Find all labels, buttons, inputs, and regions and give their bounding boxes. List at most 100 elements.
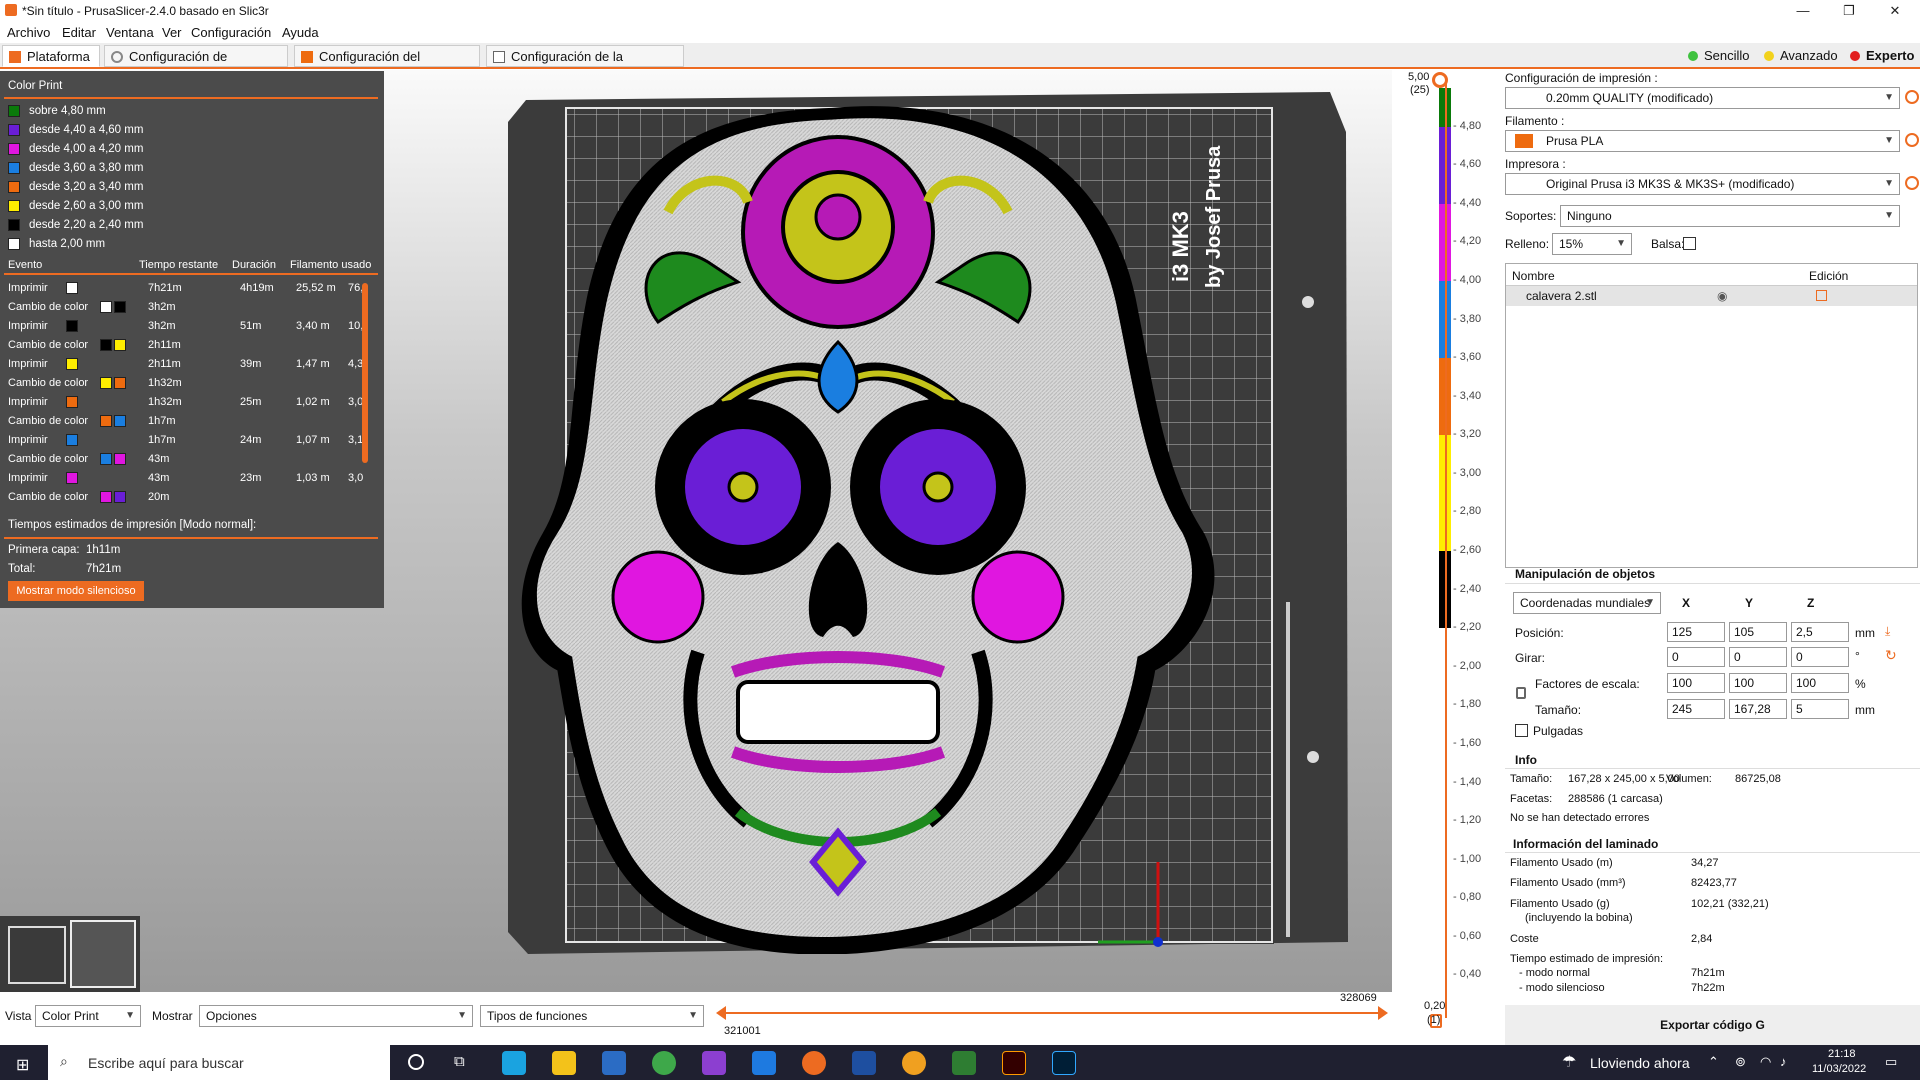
notifications-icon[interactable]: ▭ (1885, 1054, 1897, 1070)
estimated-title: Tiempos estimados de impresión [Modo nor… (8, 519, 257, 531)
inches-checkbox[interactable] (1515, 724, 1528, 737)
brim-checkbox[interactable] (1683, 237, 1696, 250)
tray-chevron-icon[interactable]: ⌃ (1708, 1054, 1719, 1070)
menu-ayuda[interactable]: Ayuda (282, 25, 319, 40)
app-icon[interactable] (952, 1051, 976, 1075)
wifi-icon[interactable]: ◠ (1760, 1054, 1771, 1070)
horizontal-slider[interactable] (720, 1012, 1382, 1014)
illustrator-icon[interactable] (1002, 1051, 1026, 1075)
tab-plataforma[interactable]: Plataforma (2, 45, 100, 67)
size-y-input[interactable]: 167,28 (1729, 699, 1787, 719)
printer-combo[interactable]: Original Prusa i3 MK3S & MK3S+ (modifica… (1505, 173, 1900, 195)
gear-icon[interactable] (1905, 176, 1919, 190)
legend-scrollbar[interactable] (362, 283, 368, 463)
slider-tick: - 1,80 (1453, 698, 1482, 711)
close-button[interactable]: ✕ (1872, 0, 1918, 22)
mode-sencillo[interactable]: Sencillo (1688, 47, 1750, 65)
volume-icon[interactable]: ♪ (1780, 1054, 1787, 1069)
position-z-input[interactable]: 2,5 (1791, 622, 1849, 642)
color-swatch (100, 377, 112, 389)
infill-combo[interactable]: 15% ▼ (1552, 233, 1632, 255)
file-explorer-icon[interactable] (552, 1051, 576, 1075)
show-silent-mode-button[interactable]: Mostrar modo silencioso (8, 581, 144, 601)
left-thumb-icon[interactable] (716, 1006, 726, 1020)
options-combo[interactable]: Opciones ▼ (199, 1005, 473, 1027)
coordinates-value: Coordenadas mundiales (1520, 596, 1651, 610)
rotation-x-input[interactable]: 0 (1667, 647, 1725, 667)
drop-to-bed-icon[interactable]: ⤓ (1885, 624, 1890, 639)
tab-print-settings[interactable]: Configuración de Impresión (104, 45, 288, 86)
menu-ventana[interactable]: Ventana (106, 25, 154, 40)
preview-layers-icon[interactable] (70, 920, 136, 988)
right-thumb-icon[interactable] (1378, 1006, 1388, 1020)
position-y-input[interactable]: 105 (1729, 622, 1787, 642)
maximize-button[interactable]: ❐ (1826, 0, 1872, 22)
position-x-input[interactable]: 125 (1667, 622, 1725, 642)
menu-editar[interactable]: Editar (62, 25, 96, 40)
app-icon[interactable] (752, 1051, 776, 1075)
chrome-icon[interactable] (652, 1051, 676, 1075)
scale-x-input[interactable]: 100 (1667, 673, 1725, 693)
lock-icon[interactable] (1516, 687, 1526, 699)
menu-ver[interactable]: Ver (162, 25, 182, 40)
app-icon[interactable] (902, 1051, 926, 1075)
clock-date[interactable]: 11/03/2022 (1812, 1063, 1866, 1075)
object-row[interactable]: calavera 2.stl ◉ (1506, 286, 1917, 306)
3d-view-icon[interactable] (8, 926, 66, 984)
reset-rotation-icon[interactable]: ↻ (1885, 647, 1897, 664)
menu-archivo[interactable]: Archivo (7, 25, 50, 40)
mode-avanzado[interactable]: Avanzado (1764, 47, 1838, 65)
eye-icon[interactable]: ◉ (1717, 289, 1727, 303)
rotation-y-input[interactable]: 0 (1729, 647, 1787, 667)
slider-tick: - 3,00 (1453, 466, 1482, 479)
top-thumb-icon[interactable] (1432, 72, 1448, 88)
manipulation-title: Manipulación de objetos (1515, 567, 1656, 581)
export-gcode-button[interactable]: Exportar código G (1505, 1005, 1920, 1045)
minimize-button[interactable]: — (1780, 0, 1826, 22)
app-icon[interactable] (852, 1051, 876, 1075)
size-z-input[interactable]: 5 (1791, 699, 1849, 719)
legend-range-item: hasta 2,00 mm (8, 238, 105, 254)
scale-y-input[interactable]: 100 (1729, 673, 1787, 693)
event-row: Imprimir 3h2m 51m 3,40 m 10, (8, 317, 368, 336)
filament-combo[interactable]: Prusa PLA ▼ (1505, 130, 1900, 152)
view-combo[interactable]: Color Print ▼ (35, 1005, 141, 1027)
edge-icon[interactable] (502, 1051, 526, 1075)
gear-icon[interactable] (1905, 90, 1919, 104)
view-toggle (0, 916, 140, 992)
event-fil: 1,47 m (296, 358, 330, 370)
gear-icon[interactable] (1905, 133, 1919, 147)
tab-filament-settings[interactable]: Configuración del filamento (294, 45, 480, 86)
supports-value: Ninguno (1567, 209, 1612, 223)
weather-text[interactable]: Lloviendo ahora (1590, 1055, 1690, 1071)
task-view-icon[interactable]: ⧉ (454, 1053, 465, 1070)
network-icon[interactable]: ⊚ (1735, 1054, 1746, 1070)
layer-slider[interactable]: 5,00 (25) - 4,80 - 4,60 - 4,40 - 4,20 - 4,00… (1395, 70, 1510, 1045)
menu-configuracion[interactable]: Configuración (191, 25, 271, 40)
mode-experto[interactable]: Experto (1850, 47, 1914, 65)
coordinates-combo[interactable]: Coordenadas mundiales ▼ (1513, 592, 1661, 614)
windows-start-icon[interactable]: ⊞ (16, 1055, 29, 1075)
store-icon[interactable] (602, 1051, 626, 1075)
edit-icon[interactable] (1816, 290, 1827, 301)
event-remaining: 2h11m (148, 358, 181, 370)
chevron-down-icon: ▼ (1884, 92, 1894, 103)
tab-printer-settings[interactable]: Configuración de la Impresora (486, 45, 684, 86)
features-combo[interactable]: Tipos de funciones ▼ (480, 1005, 704, 1027)
clock-time[interactable]: 21:18 (1828, 1048, 1856, 1060)
size-x-input[interactable]: 245 (1667, 699, 1725, 719)
bed-label-model: i3 MK3 (1168, 211, 1193, 282)
taskbar-search[interactable]: ⌕ Escribe aquí para buscar (48, 1045, 390, 1080)
app-icon[interactable] (702, 1051, 726, 1075)
printer-icon (493, 51, 505, 63)
prusaslicer-icon[interactable] (802, 1051, 826, 1075)
print-bed[interactable]: i3 MK3 by Josef Prusa (508, 92, 1348, 954)
photoshop-icon[interactable] (1052, 1051, 1076, 1075)
filament-color-icon[interactable] (1515, 134, 1533, 148)
platter-icon (9, 51, 21, 63)
rotation-z-input[interactable]: 0 (1791, 647, 1849, 667)
print-settings-combo[interactable]: 0.20mm QUALITY (modificado) ▼ (1505, 87, 1900, 109)
cortana-icon[interactable] (408, 1054, 424, 1070)
supports-combo[interactable]: Ninguno ▼ (1560, 205, 1900, 227)
scale-z-input[interactable]: 100 (1791, 673, 1849, 693)
